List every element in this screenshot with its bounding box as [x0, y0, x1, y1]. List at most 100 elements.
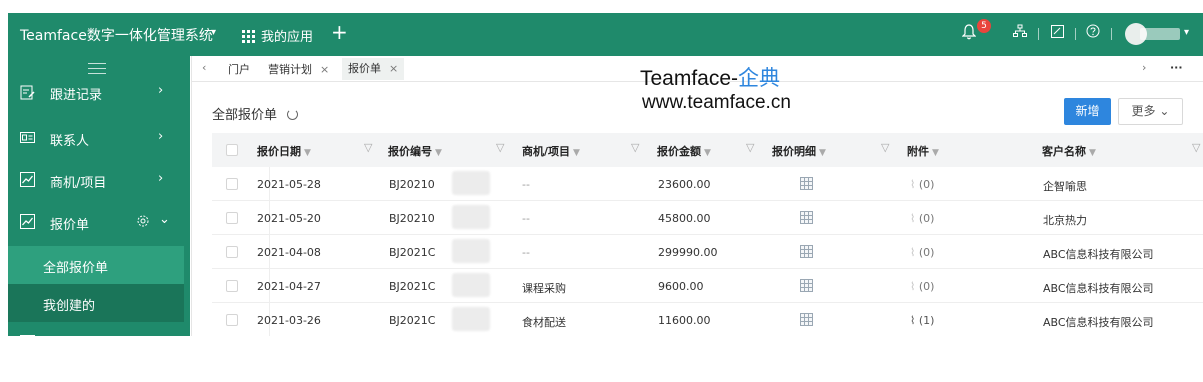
cell-amount: 11600.00 [658, 314, 711, 327]
row-checkbox[interactable] [226, 178, 238, 190]
cell-amount: 299990.00 [658, 246, 718, 259]
column-header-customer[interactable]: 客户名称 ▼ [1042, 143, 1096, 159]
my-apps-label: 我的应用 [261, 30, 314, 45]
tab-scroll-left-icon[interactable]: ‹ [202, 61, 206, 74]
add-button[interactable]: 新增 [1064, 98, 1111, 125]
user-name-blurred[interactable] [1140, 28, 1180, 40]
sidebar-subitem-all-quotations[interactable]: 全部报价单 [8, 246, 184, 284]
org-chart-icon[interactable] [1012, 24, 1028, 44]
chevron-down-icon: ⌄ [1159, 104, 1170, 118]
column-header-attachments[interactable]: 附件 ▼ [907, 143, 939, 159]
chevron-down-icon[interactable]: ⌄ [159, 212, 170, 227]
row-checkbox[interactable] [226, 314, 238, 326]
cell-date: 2021-05-20 [257, 212, 321, 225]
cell-project: -- [522, 246, 530, 259]
cell-customer[interactable]: 北京热力 [1043, 212, 1087, 228]
column-header-project[interactable]: 商机/项目 ▼ [522, 143, 580, 159]
cell-amount: 23600.00 [658, 178, 711, 191]
page-title-text: 全部报价单 [212, 108, 278, 123]
sidebar-item-follow-up[interactable]: 跟进记录 › [8, 80, 190, 106]
row-checkbox[interactable] [226, 280, 238, 292]
divider [1111, 28, 1112, 40]
cell-customer[interactable]: ABC信息科技有限公司 [1043, 280, 1154, 296]
filter-icon[interactable]: ▽ [881, 141, 890, 154]
filter-icon[interactable]: ▽ [1192, 141, 1201, 154]
collapse-menu-icon[interactable] [88, 63, 106, 77]
more-button[interactable]: 更多 ⌄ [1118, 98, 1183, 125]
tab-scroll-right-icon[interactable]: › [1142, 61, 1146, 74]
select-all-checkbox[interactable] [226, 144, 238, 156]
cell-code[interactable]: BJ2021C [389, 280, 435, 293]
table-grid-icon[interactable] [800, 211, 813, 224]
table-grid-icon[interactable] [800, 245, 813, 258]
close-icon[interactable]: × [389, 62, 398, 75]
sidebar-item-opportunities[interactable]: 商机/项目 › [8, 161, 190, 199]
cell-customer[interactable]: 企智喻思 [1043, 178, 1087, 194]
column-header-date[interactable]: 报价日期 ▼ [257, 143, 311, 159]
app-brand[interactable]: Teamface数字一体化管理系统 [20, 25, 213, 45]
sidebar-subitem-created-by-me[interactable]: 我创建的 [8, 284, 184, 322]
paperclip-icon: ⌇ [910, 178, 916, 191]
plus-icon[interactable]: + [331, 22, 348, 42]
table-row[interactable]: 2021-03-26 BJ2021C 食材配送 11600.00 ⌇ (1) A… [212, 303, 1203, 336]
sidebar-item-quotations[interactable]: 报价单 ⌄ [8, 203, 190, 241]
main-content: ‹ 门户 营销计划 × 报价单 × › ··· Teamface-企典 www.te… [191, 56, 1203, 336]
tab-quotation[interactable]: 报价单 × [342, 58, 405, 80]
filter-icon[interactable]: ▽ [496, 141, 505, 154]
cell-code[interactable]: BJ20210 [389, 178, 435, 191]
help-icon[interactable] [1085, 24, 1101, 44]
my-apps-button[interactable]: 我的应用 [242, 26, 313, 45]
bell-icon[interactable] [961, 24, 977, 44]
more-tabs-icon[interactable]: ··· [1170, 61, 1183, 74]
table-row[interactable]: 2021-05-28 BJ20210 -- 23600.00 ⌇ (0) 企智喻… [212, 167, 1203, 201]
cell-code[interactable]: BJ20210 [389, 212, 435, 225]
refresh-icon[interactable] [287, 109, 299, 120]
cell-attachments[interactable]: ⌇ (0) [910, 212, 934, 225]
table-row[interactable]: 2021-04-08 BJ2021C -- 299990.00 ⌇ (0) AB… [212, 235, 1203, 269]
sidebar-item-contacts[interactable]: 联系人 › [8, 119, 190, 157]
cell-attachments[interactable]: ⌇ (0) [910, 280, 934, 293]
watermark-brand: Teamface-企典 [640, 62, 780, 92]
table-row[interactable]: 2021-05-20 BJ20210 -- 45800.00 ⌇ (0) 北京热… [212, 201, 1203, 235]
cell-attachments[interactable]: ⌇ (1) [910, 314, 934, 327]
cell-customer[interactable]: ABC信息科技有限公司 [1043, 314, 1154, 330]
tab-marketing-plan[interactable]: 营销计划 × [268, 61, 329, 77]
cell-attachments[interactable]: ⌇ (0) [910, 246, 934, 259]
divider [1038, 28, 1039, 40]
filter-icon[interactable]: ▽ [746, 141, 755, 154]
more-button-label: 更多 [1131, 104, 1156, 118]
filter-icon[interactable]: ▽ [631, 141, 640, 154]
table-row[interactable]: 2021-04-27 BJ2021C 课程采购 9600.00 ⌇ (0) AB… [212, 269, 1203, 303]
sidebar-item-label: 跟进记录 [50, 88, 103, 103]
tab-label: 报价单 [348, 62, 381, 75]
brand-caret-icon[interactable]: ▾ [211, 27, 216, 38]
chevron-down-icon[interactable]: ▾ [1184, 27, 1189, 38]
tab-portal[interactable]: 门户 [228, 61, 250, 77]
edit-note-icon[interactable] [1049, 24, 1065, 44]
paperclip-icon: ⌇ [910, 280, 916, 293]
column-header-amount[interactable]: 报价金额 ▼ [657, 143, 711, 159]
close-icon[interactable]: × [320, 63, 329, 76]
page-title: 全部报价单 [212, 104, 299, 123]
watermark-suffix: 企典 [738, 67, 781, 90]
cell-customer[interactable]: ABC信息科技有限公司 [1043, 246, 1154, 262]
column-header-detail[interactable]: 报价明细 ▼ [772, 143, 826, 159]
cell-code[interactable]: BJ2021C [389, 314, 435, 327]
table-header: 报价日期 ▼ ▽ 报价编号 ▼ ▽ 商机/项目 ▼ ▽ 报价金额 ▼ ▽ 报价明细 ▼ ▽… [212, 133, 1203, 167]
watermark-prefix: Teamface- [640, 67, 739, 90]
contact-card-icon [20, 130, 35, 145]
table-grid-icon[interactable] [800, 313, 813, 326]
row-checkbox[interactable] [226, 246, 238, 258]
table-grid-icon[interactable] [800, 279, 813, 292]
gear-icon[interactable] [136, 214, 151, 229]
cell-attachments[interactable]: ⌇ (0) [910, 178, 934, 191]
sidebar-subitem-label: 我创建的 [43, 299, 96, 314]
column-header-code[interactable]: 报价编号 ▼ [388, 143, 442, 159]
row-checkbox[interactable] [226, 212, 238, 224]
table-grid-icon[interactable] [800, 177, 813, 190]
cell-code[interactable]: BJ2021C [389, 246, 435, 259]
sidebar-item-next[interactable] [8, 324, 190, 336]
filter-icon[interactable]: ▽ [364, 141, 373, 154]
cell-project: -- [522, 212, 530, 225]
apps-grid-icon [242, 30, 255, 43]
